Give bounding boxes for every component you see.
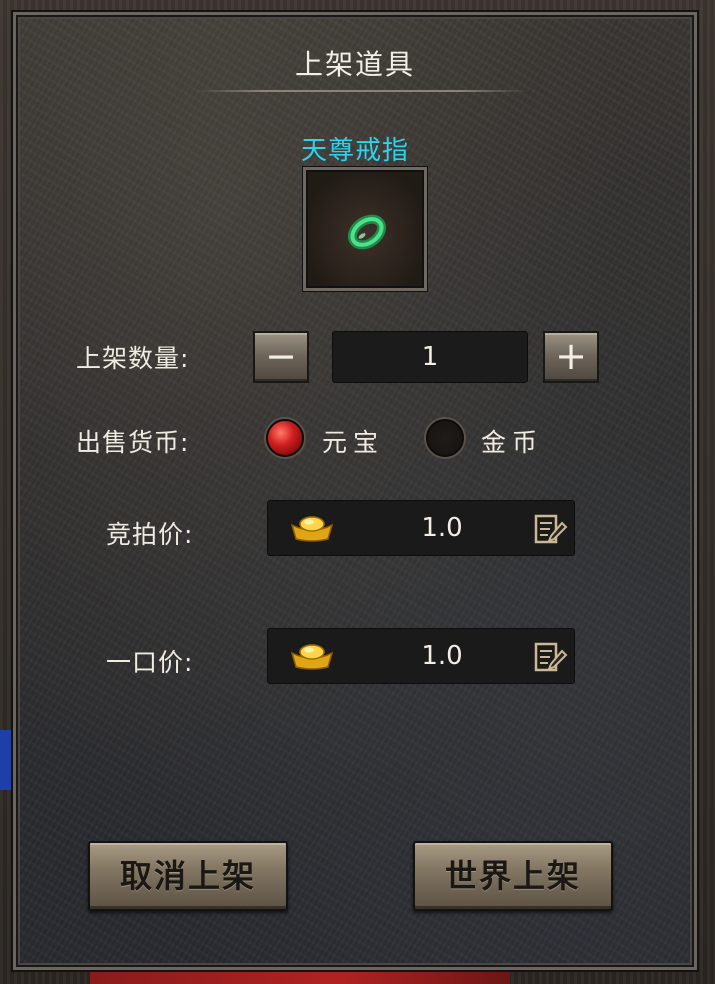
currency-label: 出售货币: bbox=[76, 428, 190, 457]
quantity-input[interactable]: 1 bbox=[332, 331, 528, 383]
decrease-quantity-button[interactable]: − bbox=[253, 331, 309, 383]
list-item-dialog: 上架道具 天尊戒指 上架数量: − 1 + 出售货币: 元宝 金币 竞拍价: 1… bbox=[13, 12, 697, 970]
currency-radio-gold[interactable] bbox=[426, 419, 464, 457]
gold-ingot-icon bbox=[290, 644, 334, 670]
world-listing-button[interactable]: 世界上架 bbox=[413, 841, 613, 911]
currency-radio-yuanbao[interactable] bbox=[266, 419, 304, 457]
background-ui-fragment bbox=[0, 730, 14, 790]
item-name: 天尊戒指 bbox=[300, 136, 409, 166]
cancel-listing-button[interactable]: 取消上架 bbox=[88, 841, 288, 911]
gold-ingot-icon bbox=[290, 516, 334, 542]
edit-icon[interactable] bbox=[532, 639, 568, 675]
increase-quantity-button[interactable]: + bbox=[543, 331, 599, 383]
auction-price-value: 1.0 bbox=[421, 513, 463, 543]
currency-option-gold[interactable]: 金币 bbox=[481, 423, 543, 459]
auction-price-field[interactable]: 1.0 bbox=[267, 500, 575, 556]
background-chat-strip bbox=[90, 968, 510, 984]
auction-price-label: 竞拍价: bbox=[106, 520, 194, 549]
edit-icon[interactable] bbox=[532, 511, 568, 547]
currency-option-yuanbao[interactable]: 元宝 bbox=[322, 423, 384, 459]
item-slot[interactable] bbox=[303, 167, 427, 291]
quantity-label: 上架数量: bbox=[76, 344, 190, 373]
green-ring-icon bbox=[347, 214, 387, 250]
title-divider bbox=[196, 90, 526, 92]
dialog-title: 上架道具 bbox=[294, 48, 415, 81]
buyout-price-label: 一口价: bbox=[106, 648, 194, 677]
buyout-price-value: 1.0 bbox=[421, 641, 463, 671]
buyout-price-field[interactable]: 1.0 bbox=[267, 628, 575, 684]
